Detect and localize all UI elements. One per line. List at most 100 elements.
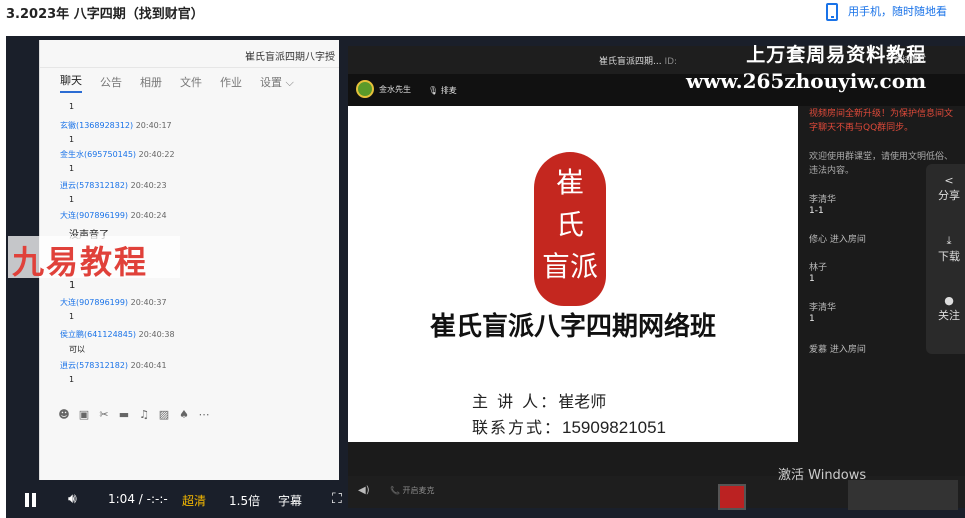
chat-tabs: 聊天 公告 相册 文件 作业 设置 ⌵	[40, 68, 339, 96]
entry-name: 林子	[809, 263, 828, 273]
message-text: 1	[69, 102, 75, 111]
share-icon: <	[944, 174, 954, 187]
classroom-title: 崔氏盲派四期... ID:	[599, 54, 677, 67]
download-label: 下载	[938, 250, 960, 263]
message-time: 20:40:24	[130, 211, 167, 220]
image-icon[interactable]: ▨	[158, 408, 170, 421]
system-tray	[848, 480, 958, 510]
mic-toggle[interactable]: 📞 开启麦克	[390, 485, 435, 496]
mic-queue-label: 排麦	[440, 86, 457, 95]
message-nick[interactable]: 逍云(578312182)	[60, 361, 128, 370]
share-panel: < 分享 ⤓ 下载 ● 关注	[926, 164, 965, 354]
message-text: 1	[69, 135, 75, 144]
mic-label: 开启麦克	[402, 486, 435, 495]
left-watermark-text: 九易教程	[12, 243, 149, 281]
entry-name: 修心 进入房间	[809, 235, 866, 245]
message-time: 20:40:22	[138, 150, 175, 159]
follow-button[interactable]: ● 关注	[934, 294, 964, 323]
message-meta: 玄徽(1368928312) 20:40:17	[60, 120, 172, 131]
tab-settings-label: 设置	[260, 76, 282, 89]
emoji-icon[interactable]: ☻	[58, 408, 70, 421]
download-icon: ⤓	[946, 234, 952, 247]
gif-icon[interactable]: ▣	[78, 408, 90, 421]
entry-name: 李清华	[809, 303, 837, 313]
time-display: 1:04 / -:-:-	[108, 492, 168, 506]
scissors-icon[interactable]: ✂	[98, 408, 110, 421]
message-nick[interactable]: 金生水(695750145)	[60, 150, 136, 159]
message-time: 20:40:38	[138, 330, 175, 339]
speed-button[interactable]: 1.5倍	[229, 492, 260, 509]
video-player[interactable]: 崔氏盲派四期八字授 聊天 公告 相册 文件 作业 设置 ⌵ 1 玄徽(13689…	[6, 36, 965, 518]
slide-title: 崔氏盲派八字四期网络班	[429, 312, 716, 342]
message-nick[interactable]: 大连(907896199)	[60, 298, 128, 307]
tab-notice[interactable]: 公告	[100, 74, 122, 90]
fullscreen-icon[interactable]: ⛶	[332, 491, 342, 507]
chat-toolbar: ☻ ▣ ✂ ▬ ♫ ▨ ♠ ⋯	[58, 408, 210, 421]
mobile-link-label: 用手机，随时随地看	[848, 5, 947, 18]
bell-icon[interactable]: ♠	[178, 408, 190, 421]
message-time: 20:40:17	[135, 121, 172, 130]
presentation-slide: 崔氏盲派 崔氏盲派八字四期网络班 主 讲 人：崔老师 联系方式：15909821…	[348, 106, 798, 442]
chat-title: 崔氏盲派四期八字授	[245, 52, 335, 63]
classroom-title-text: 崔氏盲派四期...	[599, 57, 662, 67]
volume-icon[interactable]: 🔊︎	[68, 491, 77, 507]
entry-msg: 1	[809, 274, 815, 284]
contact-label: 联系方式：	[472, 418, 563, 437]
top-watermark: 上万套周易资料教程 www.265zhouyiw.com	[686, 40, 926, 93]
message-text: 1	[69, 195, 75, 204]
message-nick[interactable]: 侯立鹏(641124845)	[60, 330, 136, 339]
message-text: 可以	[69, 345, 85, 354]
more-icon[interactable]: ⋯	[198, 408, 210, 421]
classroom-id: ID:	[664, 57, 678, 67]
host-mode-label: 主持模式	[894, 55, 926, 64]
download-button[interactable]: ⤓ 下载	[934, 234, 964, 264]
message-meta: 逍云(578312182) 20:40:41	[60, 360, 167, 371]
avatar	[356, 80, 374, 98]
contact-line: 联系方式：15909821051	[472, 414, 666, 438]
player-controls: 🔊︎ 1:04 / -:-:- 超清 1.5倍 字幕 ⛶	[6, 482, 351, 518]
windows-activation-text: 激活 Windows	[778, 468, 867, 483]
message-meta: 大连(907896199) 20:40:37	[60, 297, 167, 308]
message-meta: 金生水(695750145) 20:40:22	[60, 149, 175, 160]
tab-chat[interactable]: 聊天	[60, 72, 82, 93]
record-button[interactable]	[718, 484, 746, 510]
pause-icon[interactable]	[24, 493, 38, 507]
entry-msg: 1	[809, 314, 815, 324]
teacher-info[interactable]: 金水先生	[356, 80, 411, 98]
tab-settings[interactable]: 设置 ⌵	[260, 74, 294, 90]
entry-name: 爱慕 进入房间	[809, 345, 866, 355]
message-meta: 大连(907896199) 20:40:24	[60, 210, 167, 221]
message-text: 1	[69, 312, 75, 321]
subtitle-button[interactable]: 字幕	[278, 492, 302, 509]
teacher-name: 金水先生	[379, 84, 411, 94]
bulb-icon: ●	[944, 294, 954, 307]
entry-name: 李清华	[809, 195, 837, 205]
upgrade-notice: 视频房间全新升级！为保护信息间文字聊天不再与QQ群同步。	[809, 109, 954, 133]
message-nick[interactable]: 逍云(578312182)	[60, 181, 128, 190]
message-time: 20:40:23	[130, 181, 167, 190]
seal-logo: 崔氏盲派	[534, 152, 606, 306]
mic-queue-button[interactable]: 🎙 排麦	[428, 85, 457, 96]
quality-button[interactable]: 超清	[182, 492, 206, 509]
top-bar: 3.2023年 八字四期（找到财官） 用手机，随时随地看	[0, 0, 965, 34]
speaker-icon[interactable]: ◀)	[358, 485, 370, 496]
message-nick[interactable]: 大连(907896199)	[60, 211, 128, 220]
message-text: 1	[69, 375, 75, 384]
tab-album[interactable]: 相册	[140, 74, 162, 90]
share-label: 分享	[938, 189, 960, 202]
folder-icon[interactable]: ▬	[118, 408, 130, 421]
lecturer-label: 主 讲 人：	[472, 392, 559, 411]
tab-files[interactable]: 文件	[180, 74, 202, 90]
message-text: 1	[69, 164, 75, 173]
mobile-watch-link[interactable]: 用手机，随时随地看	[826, 3, 947, 21]
tab-homework[interactable]: 作业	[220, 74, 242, 90]
share-button[interactable]: < 分享	[934, 174, 964, 203]
message-time: 20:40:41	[130, 361, 167, 370]
lecturer-line: 主 讲 人：崔老师	[472, 388, 606, 412]
lecturer-name: 崔老师	[558, 392, 607, 411]
music-icon[interactable]: ♫	[138, 408, 150, 421]
message-meta: 侯立鹏(641124845) 20:40:38	[60, 329, 175, 340]
chat-titlebar: 崔氏盲派四期八字授	[40, 40, 339, 68]
follow-label: 关注	[938, 309, 960, 322]
message-nick[interactable]: 玄徽(1368928312)	[60, 121, 133, 130]
